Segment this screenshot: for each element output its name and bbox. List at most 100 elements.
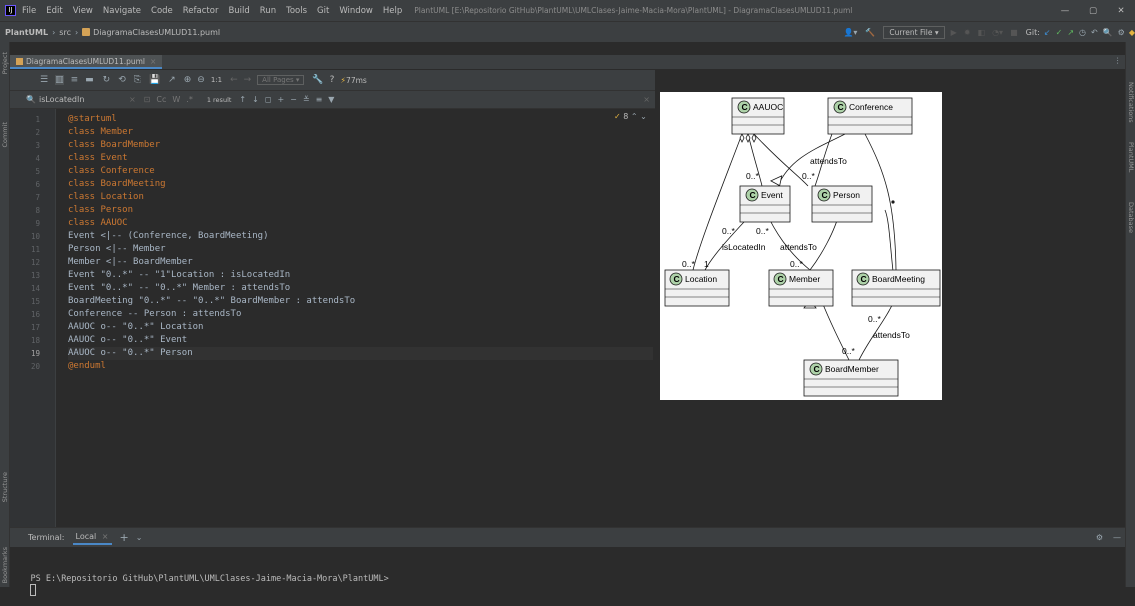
menu-window[interactable]: Window [339,6,373,16]
history-icon[interactable]: ⊡ [144,95,151,104]
rollback-icon[interactable]: ↶ [1091,28,1098,37]
gear-icon[interactable]: ⚙ [1096,533,1103,542]
code-line[interactable]: Conference -- Person : attendsTo [68,308,653,321]
zoom-out-icon[interactable]: ⊖ [197,75,205,85]
code-line[interactable]: Event <|-- (Conference, BoardMeeting) [68,230,653,243]
editor-only-icon[interactable]: ☰ [40,75,48,85]
settings-icon[interactable]: ⚙ [1118,28,1125,37]
pages-dropdown[interactable]: All Pages ▾ [257,75,305,85]
wrench-icon[interactable]: 🔧 [312,75,323,85]
chevron-down-icon[interactable]: ⌄ [136,533,143,542]
split-view-icon[interactable]: ▥ [55,75,64,85]
refresh-icon[interactable]: ↻ [103,75,111,85]
class-location[interactable]: C Location [664,269,730,307]
arrow-up-icon[interactable]: ↑ [239,95,246,104]
commit-tool-tab[interactable]: Commit [1,122,9,148]
add-occurrence-icon[interactable]: + [277,95,284,104]
code-line[interactable]: AAUOC o-- "0..*" Event [68,334,653,347]
open-external-icon[interactable]: ↗ [168,75,176,85]
code-line[interactable]: Event "0..*" -- "1"Location : isLocatedI… [68,269,653,282]
select-all-icon[interactable]: ◻ [265,95,272,104]
coverage-icon[interactable]: ◧ [978,28,986,37]
user-icon[interactable]: 👤▾ [843,28,857,37]
class-event[interactable]: C Event [739,185,791,223]
code-line[interactable]: Event "0..*" -- "0..*" Member : attendsT… [68,282,653,295]
actual-size-button[interactable]: 1:1 [211,76,222,84]
code-line[interactable]: class Event [68,152,653,165]
breadcrumb-project[interactable]: PlantUML [5,28,48,37]
filter-icon[interactable]: ▼ [328,95,334,104]
multiline-icon[interactable]: ≡ [316,95,323,104]
code-line[interactable]: class BoardMeeting [68,178,653,191]
editor-tab[interactable]: DiagramaClasesUMLUD11.puml × [10,55,163,69]
zoom-in-icon[interactable]: ⊕ [184,75,192,85]
stop-icon[interactable]: ■ [1010,28,1018,37]
menu-navigate[interactable]: Navigate [103,6,141,16]
code-line[interactable]: @enduml [68,360,653,373]
sync-icon[interactable]: ⟲ [118,75,126,85]
clear-search-icon[interactable]: × [129,95,136,104]
code-line[interactable]: class Conference [68,165,653,178]
plantuml-tool-tab[interactable]: PlantUML [1127,142,1135,172]
menu-view[interactable]: View [73,6,93,16]
more-options-icon[interactable]: ⋮ [1114,56,1122,65]
code-line[interactable]: AAUOC o-- "0..*" Person [68,347,653,360]
profile-icon[interactable]: ◔▾ [992,28,1003,37]
match-case-toggle[interactable]: Cc [156,95,166,104]
menu-run[interactable]: Run [260,6,276,16]
arrow-down-icon[interactable]: ↓ [252,95,259,104]
menu-edit[interactable]: Edit [46,6,62,16]
code-line[interactable]: Member <|-- BoardMember [68,256,653,269]
run-icon[interactable]: ▶ [951,28,957,37]
history-icon[interactable]: ◷ [1079,28,1086,37]
menu-help[interactable]: Help [383,6,402,16]
minimize-button[interactable]: — [1051,6,1079,16]
class-conference[interactable]: C Conference [827,97,913,135]
plus-icon[interactable]: + [120,531,129,544]
class-person[interactable]: C Person [811,185,873,223]
close-tab-icon[interactable]: × [150,57,156,66]
git-push-icon[interactable]: ↗ [1067,28,1074,37]
help-button[interactable]: ? [330,75,335,85]
menu-refactor[interactable]: Refactor [183,6,219,16]
terminal-tab-local[interactable]: Local × [72,530,112,545]
hammer-icon[interactable]: 🔨 [865,28,875,37]
database-tool-tab[interactable]: Database [1127,202,1135,233]
menu-file[interactable]: File [22,6,36,16]
breadcrumb-file[interactable]: DiagramaClasesUMLUD11.puml [93,28,220,37]
search-everywhere-icon[interactable]: 🔍 [1103,28,1113,37]
bookmarks-tool-tab[interactable]: Bookmarks [1,547,9,583]
whole-words-toggle[interactable]: W [172,95,180,104]
close-window-button[interactable]: ✕ [1107,6,1135,16]
code-line[interactable]: class Person [68,204,653,217]
save-icon[interactable]: 💾 [149,75,160,85]
code-line[interactable]: class BoardMember [68,139,653,152]
breadcrumb-folder[interactable]: src [59,28,71,37]
code-editor[interactable]: ✓ 8 ⌃ ⌄ @startuml class Member class Board… [56,109,655,527]
plugin-icon[interactable]: ◆ [1129,28,1135,37]
code-line[interactable]: AAUOC o-- "0..*" Location [68,321,653,334]
hide-panel-icon[interactable]: — [1113,533,1121,542]
search-input[interactable]: isLocatedIn [39,95,129,104]
copy-icon[interactable]: ⎘ [134,75,141,85]
class-boardmember[interactable]: C BoardMember [803,359,899,397]
menu-git[interactable]: Git [317,6,329,16]
menu-tools[interactable]: Tools [286,6,307,16]
next-page-icon[interactable]: → [244,75,252,85]
run-config-selector[interactable]: Current File ▾ [883,25,945,39]
code-line[interactable]: class Member [68,126,653,139]
close-tab-icon[interactable]: × [102,532,109,541]
git-commit-icon[interactable]: ✓ [1056,28,1063,37]
terminal-console[interactable]: PS E:\Repositorio GitHub\PlantUML\UMLCla… [10,547,1125,596]
horizontal-split-icon[interactable]: ▬ [85,75,94,85]
git-update-icon[interactable]: ↙ [1044,28,1051,37]
preview-only-icon[interactable]: ≡ [71,75,79,85]
project-tool-tab[interactable]: Project [1,52,9,74]
menu-code[interactable]: Code [151,6,173,16]
code-line[interactable]: class Location [68,191,653,204]
menu-build[interactable]: Build [228,6,249,16]
regex-toggle[interactable]: .* [186,95,193,104]
maximize-button[interactable]: ▢ [1079,6,1107,16]
prev-page-icon[interactable]: ← [230,75,238,85]
structure-tool-tab[interactable]: Structure [1,472,9,502]
